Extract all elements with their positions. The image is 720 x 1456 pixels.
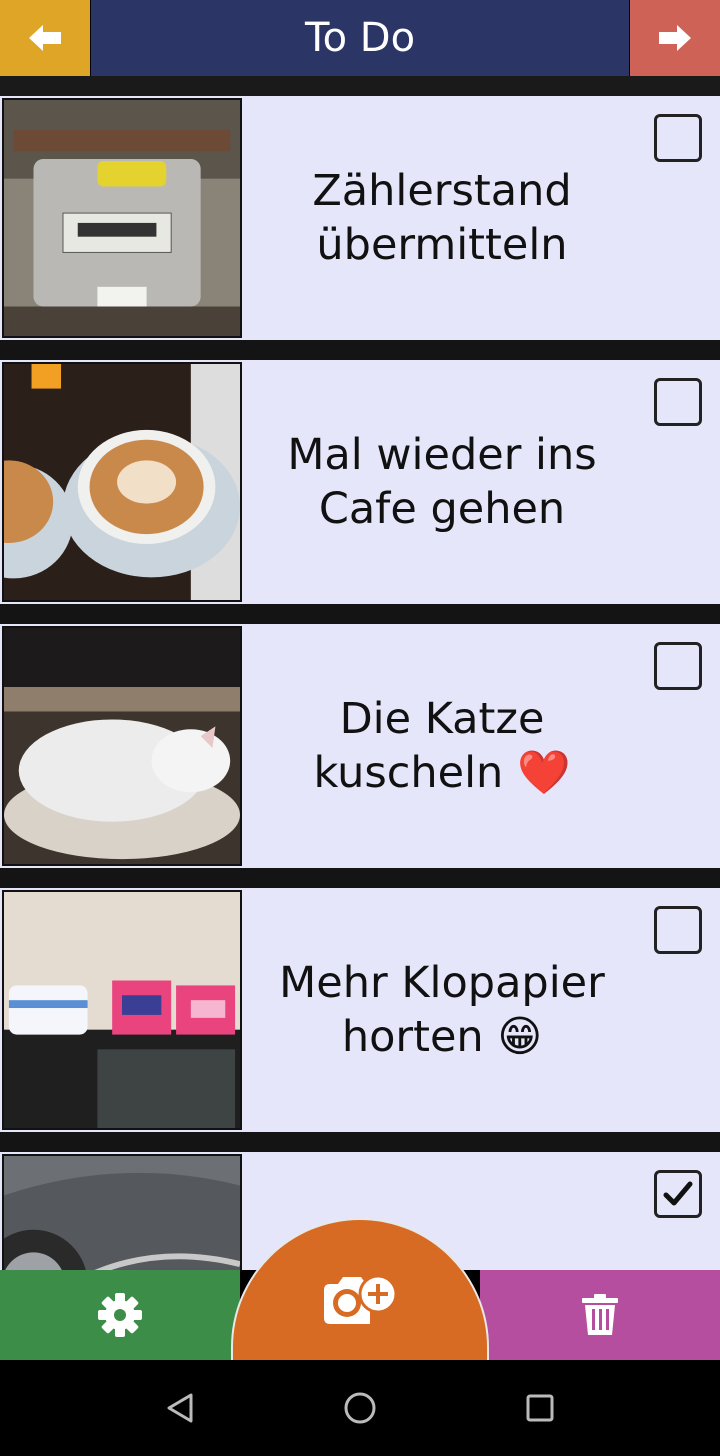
car-damage-photo <box>2 1154 242 1270</box>
item-checkbox[interactable] <box>654 114 702 162</box>
list-item[interactable]: Zählerstand übermitteln <box>0 96 720 340</box>
list-item[interactable]: Mal wieder ins Cafe gehen <box>0 360 720 604</box>
item-checkbox[interactable] <box>654 378 702 426</box>
sleeping-cat-photo <box>2 626 242 866</box>
toilet-paper-shelf-photo <box>2 890 242 1130</box>
arrow-left-icon <box>29 25 61 51</box>
header-divider <box>0 76 720 96</box>
coffee-cups-photo <box>2 362 242 602</box>
item-checkbox-checked[interactable] <box>654 1170 702 1218</box>
todo-list[interactable]: Zählerstand übermitteln Mal wieder ins C… <box>0 96 720 1270</box>
camera-add-icon <box>324 1274 398 1324</box>
item-label: Die Katze kuscheln ❤️ <box>313 694 571 798</box>
circle-home-icon <box>344 1392 376 1424</box>
item-checkbox[interactable] <box>654 642 702 690</box>
item-label: Zählerstand übermitteln <box>312 166 572 270</box>
trash-icon <box>582 1294 618 1335</box>
settings-button[interactable] <box>0 1270 240 1360</box>
arrow-right-icon <box>659 25 691 51</box>
list-item[interactable]: Mehr Klopapier horten 😁 <box>0 888 720 1132</box>
checkmark-icon <box>663 1181 693 1206</box>
item-label: Mal wieder ins Cafe gehen <box>287 430 597 534</box>
system-navigation-bar <box>0 1360 720 1456</box>
system-back-button[interactable] <box>160 1388 200 1428</box>
app-header: To Do <box>0 0 720 76</box>
gear-icon <box>98 1293 142 1337</box>
triangle-back-icon <box>167 1393 193 1423</box>
back-button[interactable] <box>0 0 90 76</box>
square-recents-icon <box>526 1394 554 1422</box>
forward-button[interactable] <box>630 0 720 76</box>
item-label: Mehr Klopapier horten 😁 <box>279 958 605 1062</box>
page-title: To Do <box>91 0 629 76</box>
system-home-button[interactable] <box>340 1388 380 1428</box>
delete-button[interactable] <box>480 1270 720 1360</box>
system-recents-button[interactable] <box>520 1388 560 1428</box>
gas-meter-photo <box>2 98 242 338</box>
item-checkbox[interactable] <box>654 906 702 954</box>
list-item[interactable]: Die Katze kuscheln ❤️ <box>0 624 720 868</box>
